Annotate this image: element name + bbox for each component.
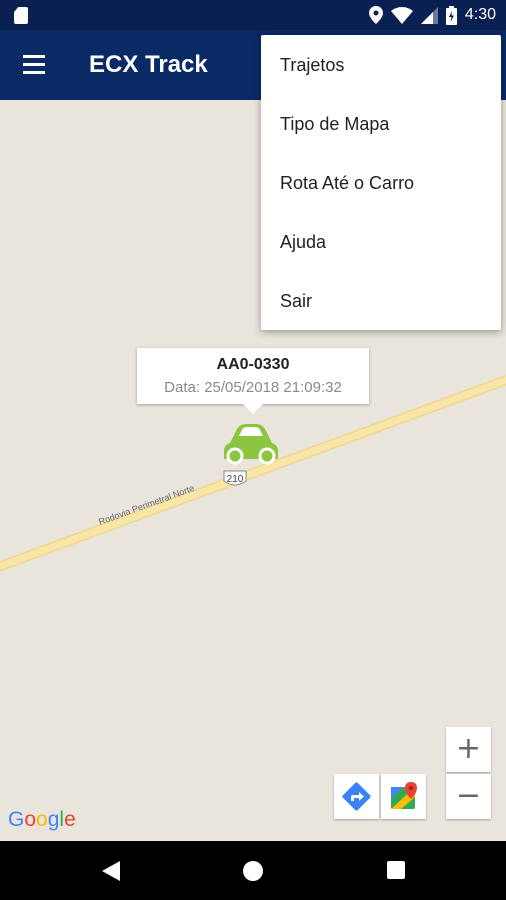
back-icon[interactable] [100, 860, 122, 882]
battery-icon [445, 5, 457, 25]
directions-icon [342, 782, 371, 811]
menu-item-tipo-de-mapa[interactable]: Tipo de Mapa [261, 95, 501, 154]
google-logo-letter: e [64, 808, 76, 831]
google-logo-letter: o [24, 808, 37, 831]
signal-icon [420, 6, 438, 24]
navigation-bar [0, 841, 506, 900]
app-title: ECX Track [89, 51, 208, 78]
hamburger-line [23, 71, 45, 74]
open-google-maps-button[interactable] [381, 774, 426, 819]
vehicle-date: Data: 25/05/2018 21:09:32 [164, 379, 342, 396]
zoom-out-button[interactable]: − [446, 774, 491, 819]
location-icon [368, 6, 383, 24]
google-logo: Google [8, 808, 76, 832]
wifi-icon [390, 6, 413, 24]
directions-button[interactable] [334, 774, 379, 819]
menu-item-sair[interactable]: Sair [261, 272, 501, 331]
status-bar: 4:30 [0, 0, 506, 30]
hamburger-menu-button[interactable] [16, 50, 54, 80]
google-maps-icon [391, 782, 417, 809]
road-shield: 210 [223, 470, 247, 486]
hamburger-line [23, 63, 45, 66]
google-logo-letter: o [36, 808, 48, 831]
car-marker-icon[interactable] [224, 424, 278, 465]
hamburger-line [23, 55, 45, 58]
vehicle-info-window[interactable]: AA0-0330 Data: 25/05/2018 21:09:32 [137, 348, 369, 414]
status-icons: 4:30 [368, 0, 496, 30]
menu-item-ajuda[interactable]: Ajuda [261, 213, 501, 272]
zoom-in-button[interactable]: + [446, 727, 491, 772]
road-shield-number: 210 [227, 474, 244, 485]
status-time: 4:30 [464, 6, 496, 23]
google-logo-letter: g [47, 808, 60, 831]
menu-item-rota-ate-o-carro[interactable]: Rota Até o Carro [261, 154, 501, 213]
home-icon[interactable] [242, 860, 264, 882]
menu-item-trajetos[interactable]: Trajetos [261, 36, 501, 95]
overflow-menu: Trajetos Tipo de Mapa Rota Até o Carro A… [261, 35, 501, 330]
google-logo-letter: G [8, 808, 25, 831]
recents-icon[interactable] [386, 860, 406, 880]
vehicle-plate: AA0-0330 [216, 356, 290, 373]
sd-card-icon [14, 7, 28, 24]
